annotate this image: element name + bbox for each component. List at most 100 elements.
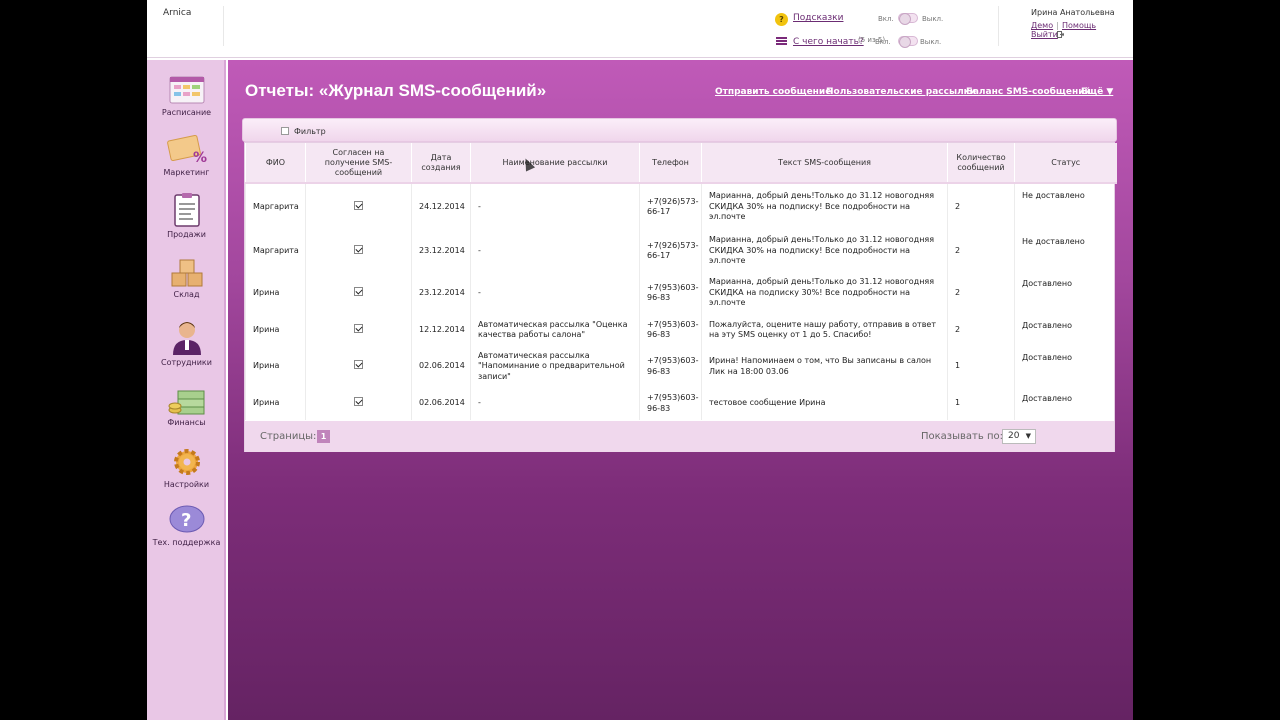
table-row[interactable]: Ирина 23.12.2014 - +7(953)603-96-83 Мари… bbox=[245, 272, 1117, 314]
cell-mailing: - bbox=[470, 183, 640, 230]
table-row[interactable]: Ирина 02.06.2014 Автоматическая рассылка… bbox=[245, 346, 1117, 387]
cell-consent bbox=[305, 183, 412, 230]
per-page-value: 20 bbox=[1008, 431, 1020, 441]
table-row[interactable]: Маргарита 23.12.2014 - +7(926)573-66-17 … bbox=[245, 230, 1117, 272]
filter-bar: Фильтр bbox=[242, 118, 1117, 142]
employees-icon bbox=[172, 322, 201, 355]
cell-text: тестовое сообщение Ирина bbox=[701, 387, 948, 420]
cell-date: 02.06.2014 bbox=[411, 387, 471, 420]
hints-toggle[interactable] bbox=[898, 13, 918, 25]
consent-checkbox[interactable] bbox=[354, 200, 363, 210]
sidebar-item-label: Тех. поддержка bbox=[152, 538, 221, 547]
svg-text:%: % bbox=[193, 150, 207, 166]
sidebar-item-label: Финансы bbox=[167, 418, 206, 427]
custom-mailings-link[interactable]: Пользовательские рассылки bbox=[826, 87, 976, 97]
hints-link[interactable]: Подсказки bbox=[793, 13, 843, 23]
per-page-label: Показывать по: bbox=[921, 431, 1003, 442]
sms-balance-link[interactable]: Баланс SMS-сообщений bbox=[966, 87, 1091, 97]
cell-consent bbox=[305, 387, 412, 420]
hints-toggle-on-label: Вкл. bbox=[878, 15, 894, 23]
column-header-phone[interactable]: Телефон bbox=[639, 143, 702, 184]
consent-checkbox[interactable] bbox=[354, 323, 363, 333]
hint-icon: ? bbox=[775, 13, 788, 26]
column-header-text[interactable]: Текст SMS-сообщения bbox=[701, 143, 948, 184]
sidebar-item-label: Продажи bbox=[167, 230, 206, 239]
cell-phone: +7(953)603-96-83 bbox=[639, 387, 702, 420]
table-row[interactable]: Ирина 12.12.2014 Автоматическая рассылка… bbox=[245, 314, 1117, 346]
main-content: Отчеты: «Журнал SMS-сообщений» Отправить… bbox=[228, 60, 1133, 720]
sidebar-item-support[interactable]: ? Тех. поддержка bbox=[147, 504, 226, 547]
consent-checkbox[interactable] bbox=[354, 286, 363, 296]
sidebar-item-finance[interactable]: Финансы bbox=[147, 386, 226, 427]
cell-status: Доставлено bbox=[1014, 387, 1117, 420]
hints-toggle-off-label: Выкл. bbox=[922, 15, 944, 23]
brand-name: Arnica bbox=[163, 8, 192, 18]
demo-link[interactable]: Демо bbox=[1031, 21, 1053, 30]
consent-checkbox[interactable] bbox=[354, 360, 363, 370]
cell-date: 23.12.2014 bbox=[411, 230, 471, 272]
cell-status: Не доставлено bbox=[1014, 230, 1117, 272]
cell-name: Ирина bbox=[245, 272, 306, 314]
getting-started-toggle[interactable] bbox=[898, 36, 918, 48]
toggle-knob bbox=[899, 13, 911, 25]
sidebar-item-warehouse[interactable]: Склад bbox=[147, 256, 226, 299]
cell-mailing: Автоматическая рассылка "Оценка качества… bbox=[470, 314, 640, 346]
support-icon: ? bbox=[169, 505, 204, 533]
consent-checkbox[interactable] bbox=[354, 244, 363, 254]
cell-count: 2 bbox=[947, 230, 1015, 272]
page-button-1[interactable]: 1 bbox=[317, 430, 330, 443]
cell-name: Маргарита bbox=[245, 183, 306, 230]
column-header-consent[interactable]: Согласен на получение SMS-сообщений bbox=[305, 143, 412, 184]
cell-mailing: - bbox=[470, 272, 640, 314]
consent-checkbox[interactable] bbox=[354, 397, 363, 407]
cell-name: Маргарита bbox=[245, 230, 306, 272]
top-header: Arnica ? Подсказки Вкл. Выкл. С чего нач… bbox=[147, 0, 1133, 58]
cell-text: Марианна, добрый день!Только до 31.12 но… bbox=[701, 272, 948, 314]
sidebar-item-employees[interactable]: Сотрудники bbox=[147, 318, 226, 367]
pagination-bar: Страницы: 1 Показывать по: 20 ▼ bbox=[245, 421, 1114, 452]
cell-consent bbox=[305, 314, 412, 346]
cell-phone: +7(953)603-96-83 bbox=[639, 314, 702, 346]
warehouse-icon bbox=[171, 259, 202, 287]
sidebar-item-marketing[interactable]: % Маркетинг bbox=[147, 132, 226, 177]
sidebar-item-sales[interactable]: Продажи bbox=[147, 192, 226, 239]
column-header-count[interactable]: Количество сообщений bbox=[947, 143, 1015, 184]
column-header-name[interactable]: ФИО bbox=[245, 143, 306, 184]
cell-status: Доставлено bbox=[1014, 346, 1117, 387]
logout-icon[interactable] bbox=[1057, 31, 1064, 38]
cell-date: 12.12.2014 bbox=[411, 314, 471, 346]
cell-text: Марианна, добрый день!Только до 31.12 но… bbox=[701, 183, 948, 230]
sidebar-item-label: Настройки bbox=[163, 480, 210, 489]
table-row[interactable]: Маргарита 24.12.2014 - +7(926)573-66-17 … bbox=[245, 183, 1117, 230]
cell-mailing: - bbox=[470, 230, 640, 272]
cell-phone: +7(926)573-66-17 bbox=[639, 183, 702, 230]
app-window: Arnica ? Подсказки Вкл. Выкл. С чего нач… bbox=[147, 0, 1133, 720]
cell-date: 02.06.2014 bbox=[411, 346, 471, 387]
cell-status: Доставлено bbox=[1014, 272, 1117, 314]
cell-phone: +7(926)573-66-17 bbox=[639, 230, 702, 272]
cell-phone: +7(953)603-96-83 bbox=[639, 272, 702, 314]
user-name: Ирина Анатольевна bbox=[1031, 8, 1115, 17]
per-page-select[interactable]: 20 ▼ bbox=[1002, 429, 1036, 444]
table-row[interactable]: Ирина 02.06.2014 - +7(953)603-96-83 тест… bbox=[245, 387, 1117, 420]
getting-started-link[interactable]: С чего начать? bbox=[793, 37, 864, 47]
more-menu-link[interactable]: Ещё ▼ bbox=[1081, 87, 1113, 97]
sidebar-item-settings[interactable]: Настройки bbox=[147, 446, 226, 489]
logout-link[interactable]: Выйти bbox=[1031, 30, 1058, 39]
sidebar-item-schedule[interactable]: Расписание bbox=[147, 74, 226, 117]
sidebar-item-label: Расписание bbox=[161, 108, 212, 117]
send-message-link[interactable]: Отправить сообщение bbox=[715, 87, 831, 97]
sales-icon bbox=[173, 193, 200, 227]
cell-count: 2 bbox=[947, 314, 1015, 346]
start-toggle-off-label: Выкл. bbox=[920, 38, 942, 46]
column-header-date[interactable]: Дата создания bbox=[411, 143, 471, 184]
sms-log-table-panel: ФИО Согласен на получение SMS-сообщений … bbox=[244, 142, 1117, 452]
filter-checkbox[interactable] bbox=[281, 127, 289, 135]
help-link[interactable]: Помощь bbox=[1062, 21, 1096, 30]
cell-status: Не доставлено bbox=[1014, 183, 1117, 230]
cell-date: 24.12.2014 bbox=[411, 183, 471, 230]
cell-count: 1 bbox=[947, 346, 1015, 387]
cell-count: 2 bbox=[947, 183, 1015, 230]
column-header-status[interactable]: Статус bbox=[1014, 143, 1117, 184]
column-header-mailing[interactable]: Наименование рассылки bbox=[470, 143, 640, 184]
